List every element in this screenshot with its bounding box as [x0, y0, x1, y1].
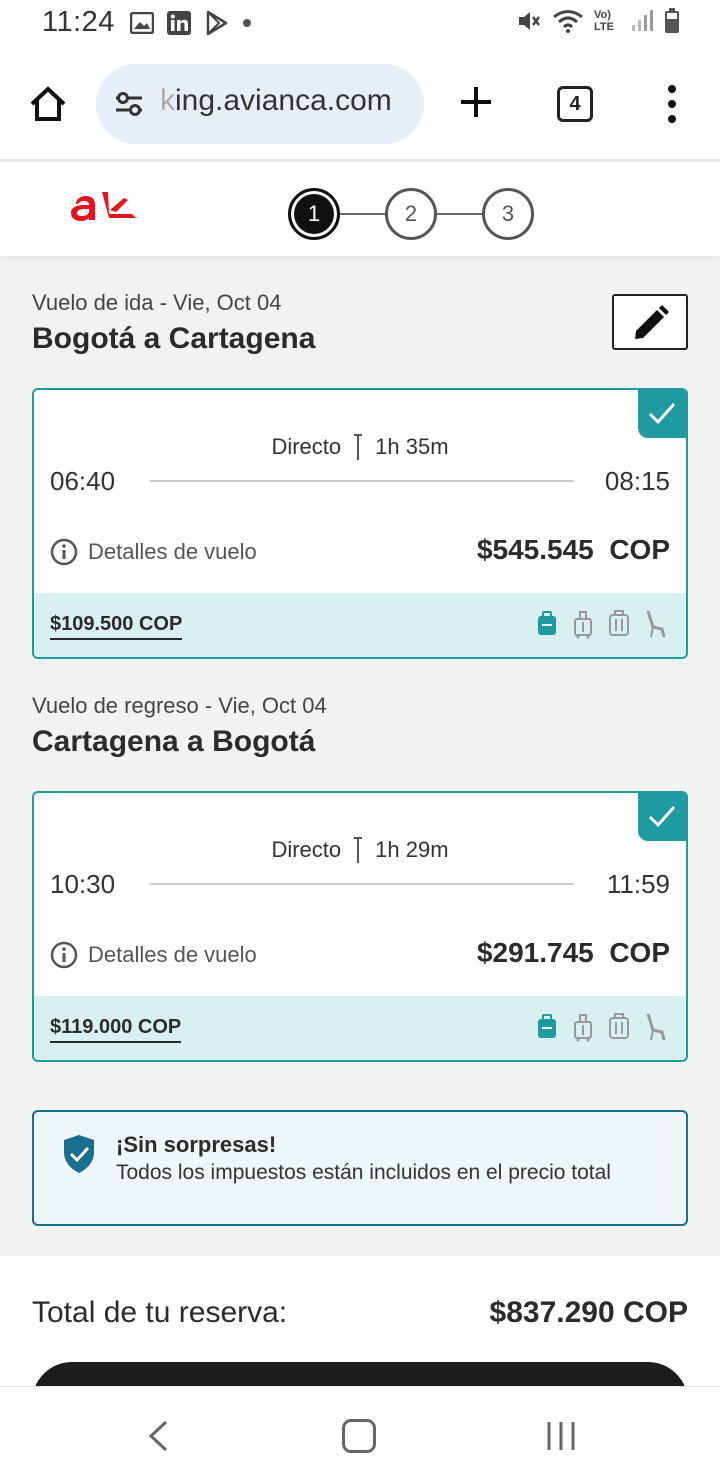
return-title: Cartagena a Bogotá [32, 725, 316, 758]
fare-price-link[interactable]: $109.500 COP [50, 613, 183, 640]
url-domain: ing.avianca.com [175, 84, 392, 117]
wifi-icon [553, 10, 583, 33]
tab-count-button[interactable]: 4 [557, 86, 593, 122]
booking-stepper: 1 2 3 [288, 188, 534, 240]
system-nav-bar [0, 1386, 720, 1480]
step-1[interactable]: 1 [288, 188, 340, 240]
selected-check [638, 390, 686, 438]
status-time: 11:24 [42, 6, 115, 38]
details-label: Detalles de vuelo [88, 539, 257, 564]
flight-duration: 1h 35m [375, 434, 449, 459]
departure-time: 06:40 [50, 466, 116, 496]
flight-duration: 1h 29m [375, 837, 449, 862]
checked-bag-icon [609, 1013, 629, 1039]
check-icon [648, 806, 676, 828]
return-subtitle: Vuelo de regreso - Vie, Oct 04 [32, 693, 327, 718]
pencil-icon [635, 305, 669, 339]
avianca-logo[interactable] [62, 184, 138, 232]
app-header: 1 2 3 [0, 162, 720, 256]
site-settings-icon[interactable] [114, 92, 144, 116]
battery-icon [665, 8, 679, 33]
price-currency: COP [609, 937, 670, 968]
flight-type: Directo [271, 434, 342, 459]
edit-search-button[interactable] [612, 294, 688, 350]
flight-details-link[interactable]: Detalles de vuelo [50, 941, 257, 969]
dot-icon [243, 19, 251, 27]
flight-price: $545.545 COP [477, 534, 670, 566]
notice-text: Todos los impuestos están incluidos en e… [116, 1161, 611, 1184]
recents-icon[interactable] [546, 1419, 576, 1453]
url-prefix: k [160, 84, 175, 117]
info-icon [50, 941, 78, 969]
address-bar[interactable]: king.avianca.com [96, 64, 424, 144]
url-text[interactable]: king.avianca.com [160, 84, 410, 118]
route-line [150, 480, 574, 482]
separator [354, 837, 363, 864]
info-icon [50, 538, 78, 566]
home-nav-icon[interactable] [342, 1419, 376, 1453]
arrival-time: 11:59 [606, 869, 670, 899]
volte-icon: Vo) LTE [594, 9, 614, 33]
checked-bag-icon [609, 610, 629, 636]
booking-total: Total de tu reserva: $837.290 COP [0, 1256, 720, 1422]
step-connector [338, 213, 386, 215]
seat-icon [646, 1013, 666, 1041]
details-label: Detalles de vuelo [88, 942, 257, 967]
carry-on-icon [574, 611, 592, 639]
linkedin-icon [167, 11, 191, 35]
seat-icon [646, 610, 666, 638]
fare-price-link[interactable]: $119.000 COP [50, 1016, 182, 1043]
flight-type: Directo [271, 837, 342, 862]
check-icon [648, 403, 676, 425]
notice-title: ¡Sin sorpresas! [116, 1132, 277, 1157]
step-connector [434, 213, 482, 215]
flight-meta: Directo 1h 35m [34, 434, 686, 461]
gallery-icon [130, 12, 154, 34]
back-icon[interactable] [146, 1419, 170, 1453]
step-3[interactable]: 3 [482, 188, 534, 240]
selected-check [638, 793, 686, 841]
step-2[interactable]: 2 [385, 188, 437, 240]
shield-check-icon [64, 1135, 94, 1173]
more-menu-icon[interactable] [665, 84, 679, 124]
price-amount: $545.545 [476, 534, 594, 565]
price-amount: $291.745 [476, 937, 594, 968]
flight-meta: Directo 1h 29m [34, 837, 686, 864]
no-surprises-notice: ¡Sin sorpresas! Todos los impuestos está… [32, 1110, 688, 1226]
status-bar: 11:24 Vo) LTE [0, 0, 720, 50]
personal-item-icon [538, 611, 556, 635]
route-line [150, 883, 574, 885]
new-tab-icon[interactable] [458, 84, 494, 120]
fare-footer: $109.500 COP [34, 593, 686, 657]
play-store-icon [206, 10, 228, 36]
separator [354, 434, 363, 461]
carry-on-icon [574, 1014, 592, 1042]
fare-footer: $119.000 COP [34, 996, 686, 1060]
departure-time: 10:30 [50, 869, 116, 899]
signal-icon [632, 10, 653, 31]
browser-toolbar: king.avianca.com 4 [0, 50, 720, 161]
total-label: Total de tu reserva: [32, 1296, 288, 1329]
outbound-title: Bogotá a Cartagena [32, 322, 316, 355]
total-value: $837.290 COP [489, 1296, 688, 1329]
price-currency: COP [609, 534, 670, 565]
flight-details-link[interactable]: Detalles de vuelo [50, 538, 257, 566]
return-flight-card[interactable]: Directo 1h 29m 10:30 11:59 Detalles de vu… [32, 791, 688, 1062]
outbound-subtitle: Vuelo de ida - Vie, Oct 04 [32, 290, 282, 315]
outbound-flight-card[interactable]: Directo 1h 35m 06:40 08:15 Detalles de vu… [32, 388, 688, 659]
home-icon[interactable] [28, 84, 68, 124]
personal-item-icon [538, 1014, 556, 1038]
mute-icon [519, 12, 540, 30]
arrival-time: 08:15 [604, 466, 670, 496]
flight-price: $291.745 COP [477, 937, 670, 969]
